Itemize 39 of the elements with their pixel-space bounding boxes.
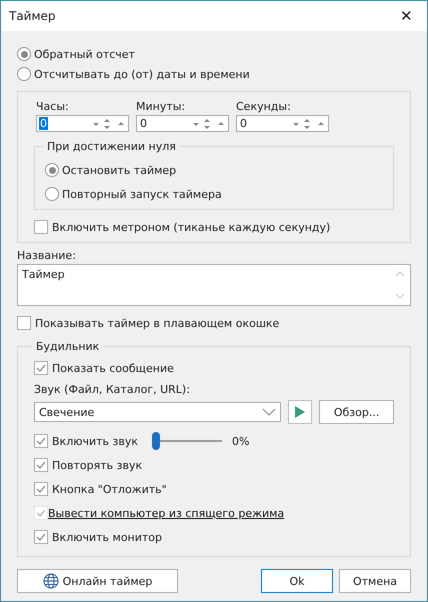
field-label: Минуты:	[136, 100, 186, 113]
spin-arrows-icon[interactable]	[92, 116, 126, 130]
cancel-button[interactable]: Отмена	[339, 569, 411, 593]
field-label: Часы:	[36, 100, 70, 113]
checkbox-option[interactable]: Показывать таймер в плавающем окошке	[17, 316, 411, 330]
radio-option[interactable]: Повторный запуск таймера	[45, 187, 383, 201]
field-label: Звук (Файл, Каталог, URL):	[34, 383, 191, 396]
checkbox-option[interactable]: Включить звук	[34, 434, 138, 448]
window-title: Таймер	[9, 9, 56, 23]
checkbox-option[interactable]: Повторять звук	[34, 458, 142, 472]
browse-button[interactable]: Обзор...	[319, 400, 394, 424]
number-field[interactable]: 0	[136, 115, 229, 132]
field-label: Секунды:	[236, 100, 292, 113]
play-icon	[294, 405, 306, 419]
radio-option[interactable]: Отсчитывать до (от) даты и времени	[17, 67, 411, 81]
online-timer-button[interactable]: Онлайн таймер	[17, 569, 178, 593]
radio-option[interactable]: Обратный отсчет	[17, 47, 411, 61]
wake-link[interactable]: Вывести компьютер из спящего режима	[48, 506, 284, 520]
volume-reading: 0%	[232, 434, 250, 448]
globe-icon	[42, 573, 59, 589]
group-title: Будильник	[32, 340, 104, 353]
chevron-down-icon	[262, 408, 276, 416]
radio-option[interactable]: Остановить таймер	[45, 163, 383, 177]
play-button[interactable]	[288, 400, 312, 424]
checkbox-option[interactable]: Показать сообщение	[34, 361, 394, 375]
spin-arrows-icon[interactable]	[192, 116, 226, 130]
ok-button[interactable]: Ok	[261, 569, 333, 593]
spin-arrows-icon[interactable]	[292, 116, 326, 130]
close-button[interactable]: ✕	[392, 5, 421, 27]
group-title: При достижении нуля	[43, 140, 180, 153]
number-field[interactable]: 0	[236, 115, 329, 132]
name-field[interactable]: Таймер	[17, 264, 411, 306]
checkbox-option[interactable]: Включить монитор	[34, 530, 162, 544]
sound-dropdown[interactable]: Свечение	[34, 402, 282, 422]
number-field[interactable]: 0	[36, 115, 129, 132]
field-label: Название:	[17, 249, 77, 262]
checkbox-option[interactable]: Включить метроном (тиканье каждую секунду)	[34, 220, 394, 234]
checkbox-option[interactable]: Кнопка "Отложить"	[34, 482, 167, 496]
checkbox[interactable]	[34, 506, 48, 520]
